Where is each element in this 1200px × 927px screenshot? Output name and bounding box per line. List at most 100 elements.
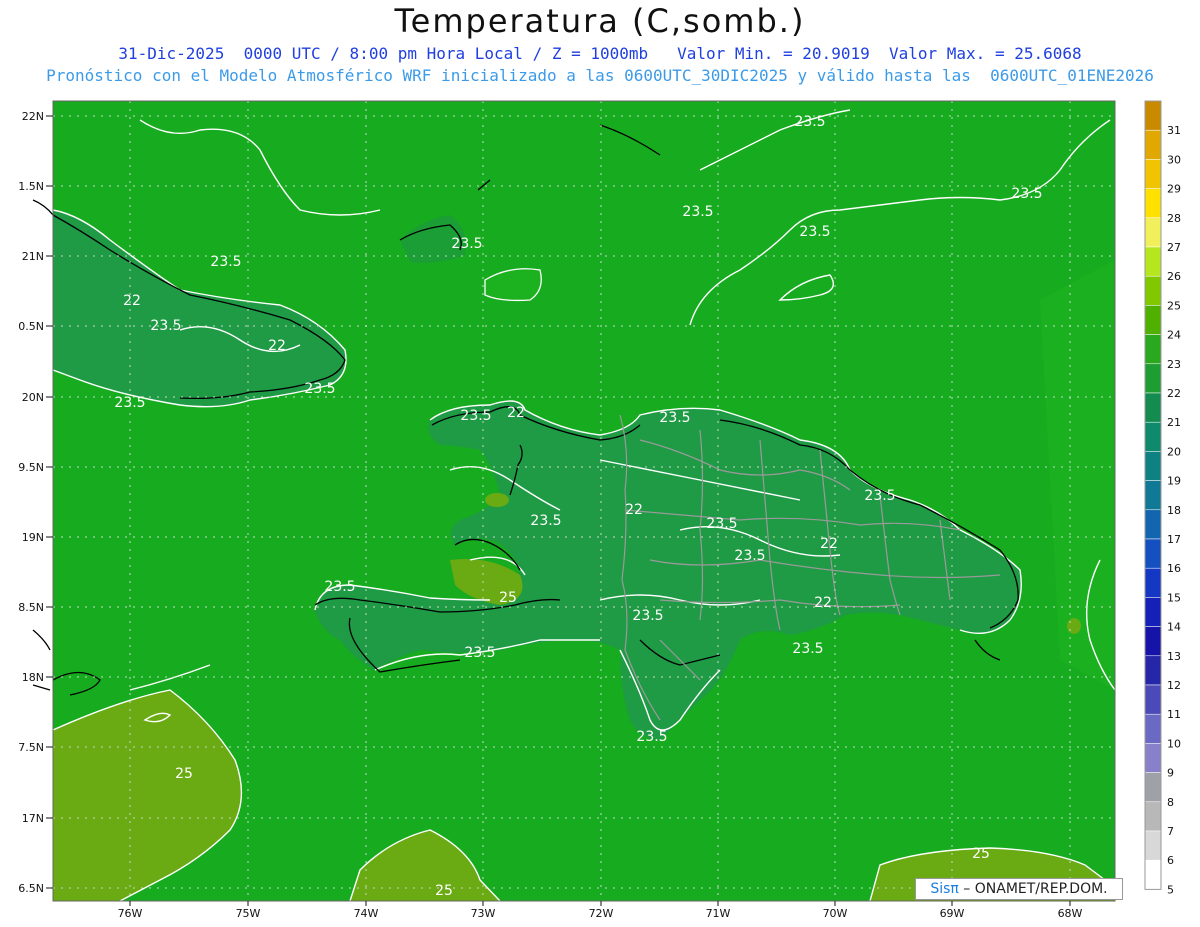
latitude-labels: 22N 1.5N 21N 0.5N 20N 9.5N 19N 8.5N 18N 7.5N 17N 6.… [18, 110, 53, 895]
lat-label: 0.5N [18, 320, 44, 333]
contour-label: 23.5 [460, 408, 491, 424]
contour-label: 22 [820, 536, 838, 552]
color-scale-legend: 31 30 29 28 27 26 25 24 23 22 21 20 19 18 17 16 15 14 13 12… [1144, 100, 1181, 896]
lon-label: 68W [1058, 907, 1083, 920]
colorbar-swatch [1144, 363, 1162, 394]
colorbar-swatch [1144, 159, 1162, 189]
contour-label: 25 [499, 590, 517, 606]
colorbar-label: 26 [1167, 270, 1181, 283]
colorbar-swatch [1144, 480, 1162, 511]
contour-label: 22 [268, 338, 286, 354]
colorbar-swatch [1144, 100, 1162, 131]
colorbar-label: 21 [1167, 416, 1181, 429]
colorbar-label: 19 [1167, 475, 1181, 488]
colorbar-label: 28 [1167, 212, 1181, 225]
contour-label: 22 [123, 293, 141, 309]
colorbar-label: 18 [1167, 504, 1181, 517]
contour-label: 23.5 [451, 236, 482, 252]
colorbar-label: 5 [1167, 883, 1174, 896]
colorbar-swatch [1144, 743, 1162, 773]
lat-label: 1.5N [18, 180, 44, 193]
contour-label: 23.5 [530, 513, 561, 529]
colorbar-swatch [1144, 859, 1162, 890]
contour-label: 23.5 [636, 729, 667, 745]
colorbar-swatch [1144, 655, 1162, 686]
contour-label: 23.5 [706, 516, 737, 532]
colorbar-swatch [1144, 217, 1162, 248]
contour-label: 23.5 [114, 395, 145, 411]
colorbar-label: 13 [1167, 650, 1181, 663]
colorbar-swatch [1144, 421, 1162, 452]
credit-box: Sisπ – ONAMET/REP.DOM. [915, 878, 1123, 900]
colorbar-swatch [1144, 275, 1162, 306]
credit-text: – ONAMET/REP.DOM. [958, 881, 1108, 897]
contour-label: 25 [175, 766, 193, 782]
lat-label: 18N [22, 671, 44, 684]
contour-label: 23.5 [792, 641, 823, 657]
colorbar-label: 10 [1167, 737, 1181, 750]
contour-label: 25 [435, 883, 453, 899]
lat-label: 6.5N [18, 882, 44, 895]
colorbar-label: 8 [1167, 796, 1174, 809]
contour-label: 23.5 [150, 318, 181, 334]
sispi-logo: Sisπ [930, 881, 959, 897]
lat-label: 7.5N [18, 741, 44, 754]
lon-label: 69W [940, 907, 965, 920]
colorbar-label: 23 [1167, 358, 1181, 371]
contour-label: 25 [972, 846, 990, 862]
contour-label: 23.5 [464, 645, 495, 661]
colorbar-swatch [1144, 830, 1162, 861]
colorbar-swatch [1144, 246, 1162, 277]
colorbar-swatch [1144, 392, 1162, 423]
map-panel: 23.5 23.5 23.5 23.5 23.5 23.5 22 23.5 22 23.5 23.5… [32, 100, 1116, 902]
longitude-labels: 76W 75W 74W 73W 72W 71W 70W 69W 68W [118, 901, 1083, 920]
colorbar-swatch [1144, 188, 1162, 219]
colorbar-label: 22 [1167, 387, 1181, 400]
colorbar-label: 25 [1167, 299, 1181, 312]
colorbar-swatch [1144, 129, 1162, 160]
lat-label: 20N [22, 391, 44, 404]
colorbar-label: 20 [1167, 445, 1181, 458]
lat-label: 9.5N [18, 461, 44, 474]
contour-label: 23.5 [632, 608, 663, 624]
colorbar-label: 9 [1167, 767, 1174, 780]
colorbar-swatch [1144, 684, 1162, 715]
contour-label: 23.5 [682, 204, 713, 220]
colorbar-label: 16 [1167, 562, 1181, 575]
contour-label: 22 [814, 595, 832, 611]
contour-label: 23.5 [864, 488, 895, 504]
lat-label: 22N [22, 110, 44, 123]
colorbar-label: 15 [1167, 591, 1181, 604]
colorbar-swatch [1144, 509, 1162, 540]
colorbar-label: 14 [1167, 621, 1181, 634]
colorbar-label: 7 [1167, 825, 1174, 838]
colorbar-label: 31 [1167, 124, 1181, 137]
colorbar-swatch [1144, 334, 1162, 365]
contour-label: 23.5 [304, 381, 335, 397]
contour-label: 23.5 [794, 114, 825, 130]
colorbar-swatch [1144, 801, 1162, 832]
colorbar-label: 30 [1167, 153, 1181, 166]
colorbar-label: 27 [1167, 241, 1181, 254]
lat-label: 8.5N [18, 601, 44, 614]
contour-label: 23.5 [659, 410, 690, 426]
colorbar-label: 6 [1167, 854, 1174, 867]
contour-label: 23.5 [734, 548, 765, 564]
lon-label: 74W [354, 907, 379, 920]
lat-label: 19N [22, 531, 44, 544]
lat-label: 17N [22, 812, 44, 825]
colorbar-swatch [1144, 451, 1162, 481]
colorbar-swatch [1144, 538, 1162, 569]
lon-label: 73W [471, 907, 496, 920]
colorbar-label: 29 [1167, 183, 1181, 196]
lon-label: 71W [706, 907, 731, 920]
colorbar-label: 24 [1167, 329, 1181, 342]
contour-label: 22 [625, 502, 643, 518]
lat-label: 21N [22, 250, 44, 263]
lon-label: 70W [823, 907, 848, 920]
colorbar-swatch [1144, 772, 1162, 803]
contour-label: 23.5 [799, 224, 830, 240]
lon-label: 75W [236, 907, 261, 920]
contour-label: 23.5 [1011, 186, 1042, 202]
colorbar-swatch [1144, 597, 1162, 627]
